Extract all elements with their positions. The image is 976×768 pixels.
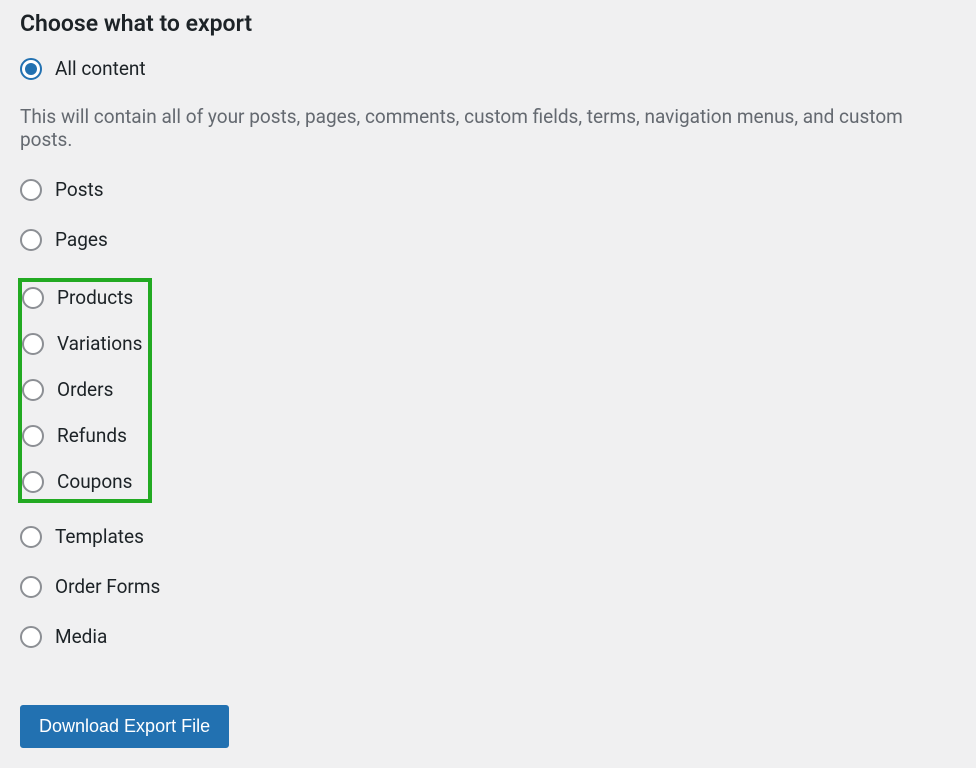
- radio-all-content[interactable]: [20, 58, 42, 80]
- option-orders[interactable]: Orders: [22, 378, 142, 401]
- option-pages[interactable]: Pages: [20, 228, 956, 251]
- all-content-description: This will contain all of your posts, pag…: [20, 105, 956, 151]
- option-coupons[interactable]: Coupons: [22, 470, 142, 493]
- download-export-button[interactable]: Download Export File: [20, 705, 229, 748]
- option-order-forms-label: Order Forms: [55, 575, 160, 598]
- section-heading: Choose what to export: [20, 10, 956, 37]
- radio-orders[interactable]: [22, 379, 44, 401]
- highlighted-options-group: Products Variations Orders Refunds Coupo…: [18, 278, 152, 503]
- option-refunds-label: Refunds: [57, 424, 127, 447]
- option-all-content-label: All content: [55, 57, 146, 80]
- option-variations-label: Variations: [57, 332, 142, 355]
- option-templates[interactable]: Templates: [20, 525, 956, 548]
- option-posts[interactable]: Posts: [20, 178, 956, 201]
- option-order-forms[interactable]: Order Forms: [20, 575, 956, 598]
- option-media[interactable]: Media: [20, 625, 956, 648]
- radio-products[interactable]: [22, 287, 44, 309]
- option-templates-label: Templates: [55, 525, 144, 548]
- option-media-label: Media: [55, 625, 107, 648]
- option-orders-label: Orders: [57, 378, 113, 401]
- radio-media[interactable]: [20, 626, 42, 648]
- radio-templates[interactable]: [20, 526, 42, 548]
- option-refunds[interactable]: Refunds: [22, 424, 142, 447]
- option-coupons-label: Coupons: [57, 470, 132, 493]
- radio-coupons[interactable]: [22, 471, 44, 493]
- radio-refunds[interactable]: [22, 425, 44, 447]
- option-products[interactable]: Products: [22, 286, 142, 309]
- option-all-content[interactable]: All content: [20, 57, 956, 80]
- option-variations[interactable]: Variations: [22, 332, 142, 355]
- radio-variations[interactable]: [22, 333, 44, 355]
- option-products-label: Products: [57, 286, 133, 309]
- radio-pages[interactable]: [20, 229, 42, 251]
- radio-inner-icon: [25, 63, 37, 75]
- radio-order-forms[interactable]: [20, 576, 42, 598]
- radio-posts[interactable]: [20, 179, 42, 201]
- option-posts-label: Posts: [55, 178, 104, 201]
- option-pages-label: Pages: [55, 228, 108, 251]
